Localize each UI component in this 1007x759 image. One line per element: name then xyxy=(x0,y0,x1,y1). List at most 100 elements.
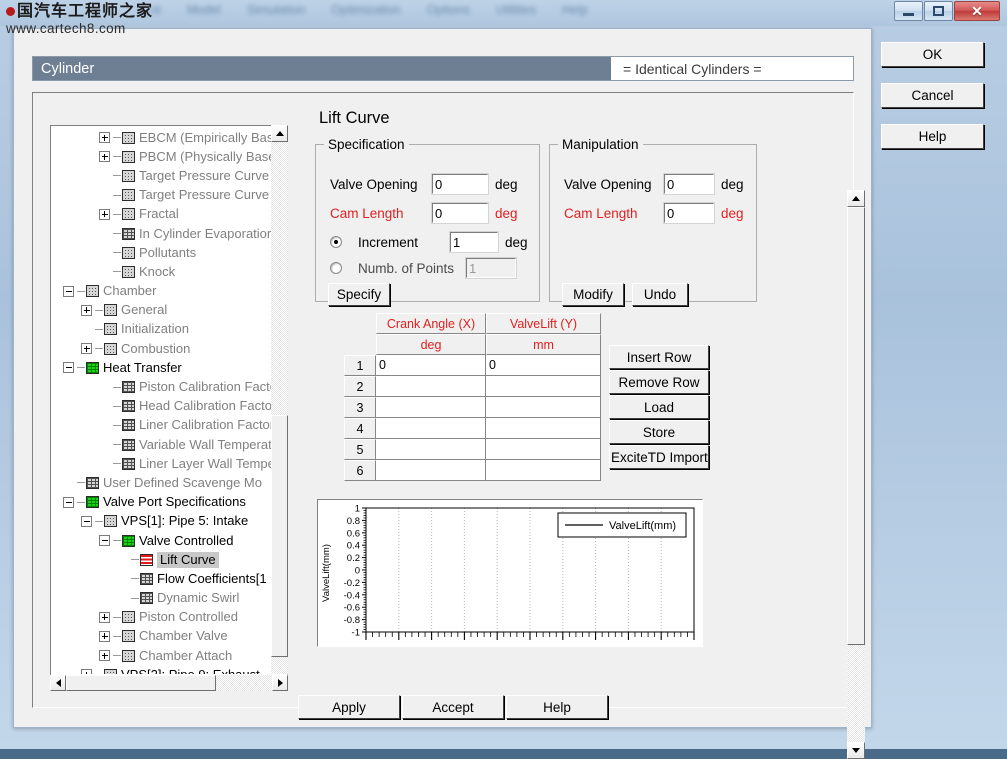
close-button[interactable]: ✕ xyxy=(954,1,1000,21)
specify-button[interactable]: Specify xyxy=(328,283,390,306)
tree-hscroll-left-button[interactable] xyxy=(50,675,66,691)
tree-item-vps-2-pipe-9-exhaust[interactable]: VPS[2]: Pipe 9: Exhaust xyxy=(51,665,271,674)
expand-icon[interactable] xyxy=(81,304,92,316)
collapse-icon[interactable] xyxy=(63,285,74,297)
expand-icon[interactable] xyxy=(81,343,92,355)
tree-item-target-pressure-curve[interactable]: Target Pressure Curve xyxy=(51,166,271,185)
tree-item-dynamic-swirl[interactable]: Dynamic Swirl xyxy=(51,589,271,608)
expand-icon[interactable] xyxy=(99,151,110,163)
ok-button[interactable]: OK xyxy=(881,42,984,67)
num-points-input[interactable] xyxy=(465,257,517,279)
cell-valvelift[interactable]: 0 xyxy=(486,355,601,376)
tree-item-flow-coefficients-1[interactable]: Flow Coefficients[1 xyxy=(51,569,271,588)
tree-item-in-cylinder-evaporation-t[interactable]: In Cylinder Evaporation T xyxy=(51,224,271,243)
menu-item[interactable]: Utilities xyxy=(496,3,536,17)
tree-item-pollutants[interactable]: Pollutants xyxy=(51,243,271,262)
expand-icon[interactable] xyxy=(99,132,110,144)
excitetd-import-button[interactable]: ExciteTD Import xyxy=(609,445,709,469)
tree-item-chamber-attach[interactable]: Chamber Attach xyxy=(51,646,271,665)
help-bottom-button[interactable]: Help xyxy=(506,695,608,719)
undo-button[interactable]: Undo xyxy=(632,283,688,306)
menu-item[interactable]: Options xyxy=(427,3,470,17)
cancel-button[interactable]: Cancel xyxy=(881,83,984,108)
expand-icon[interactable] xyxy=(99,650,110,662)
remove-row-button[interactable]: Remove Row xyxy=(609,370,709,394)
manip-cam-length-input[interactable] xyxy=(663,202,715,224)
collapse-icon[interactable] xyxy=(63,496,74,508)
expand-icon[interactable] xyxy=(99,611,110,623)
cell-crank-angle[interactable] xyxy=(376,439,486,460)
cell-valvelift[interactable] xyxy=(486,460,601,481)
cell-crank-angle[interactable] xyxy=(376,460,486,481)
content-scroll-down-button[interactable] xyxy=(847,742,865,759)
menu-item[interactable]: Simulation xyxy=(247,3,305,17)
menu-item[interactable]: Model xyxy=(187,3,221,17)
tree-item-lift-curve[interactable]: Lift Curve xyxy=(51,550,271,569)
tree-scroll-thumb[interactable] xyxy=(271,415,288,657)
tree-item-user-defined-scavenge-mo[interactable]: User Defined Scavenge Mo xyxy=(51,473,271,492)
minimize-button[interactable] xyxy=(894,1,923,21)
accept-button[interactable]: Accept xyxy=(402,695,504,719)
tree-item-valve-port-specifications[interactable]: Valve Port Specifications xyxy=(51,493,271,512)
help-button[interactable]: Help xyxy=(881,124,984,149)
menu-item[interactable]: Optimization xyxy=(331,3,400,17)
collapse-icon[interactable] xyxy=(99,535,110,547)
menu-item[interactable]: Help xyxy=(562,3,588,17)
content-scroll-thumb[interactable] xyxy=(847,207,865,645)
table-row[interactable]: 3 xyxy=(344,397,620,418)
tree-item-target-pressure-curve-2[interactable]: Target Pressure Curve 2 xyxy=(51,186,271,205)
table-row[interactable]: 100 xyxy=(344,355,620,376)
tree-item-chamber-valve[interactable]: Chamber Valve xyxy=(51,627,271,646)
expand-icon[interactable] xyxy=(99,630,110,642)
tree-item-chamber[interactable]: Chamber xyxy=(51,282,271,301)
tree-item-heat-transfer[interactable]: Heat Transfer xyxy=(51,358,271,377)
cell-crank-angle[interactable] xyxy=(376,376,486,397)
tree-item-variable-wall-temperatu[interactable]: Variable Wall Temperatu xyxy=(51,435,271,454)
num-points-radio[interactable] xyxy=(330,262,342,274)
expand-icon[interactable] xyxy=(99,208,110,220)
tree-hscroll-thumb[interactable] xyxy=(66,675,216,691)
tree-item-piston-controlled[interactable]: Piston Controlled xyxy=(51,608,271,627)
apply-button[interactable]: Apply xyxy=(298,695,400,719)
store-button[interactable]: Store xyxy=(609,420,709,444)
tree-hscroll-track[interactable] xyxy=(216,675,272,691)
tree-item-initialization[interactable]: Initialization xyxy=(51,320,271,339)
cell-valvelift[interactable] xyxy=(486,376,601,397)
cell-crank-angle[interactable]: 0 xyxy=(376,355,486,376)
table-row[interactable]: 6 xyxy=(344,460,620,481)
tree-hscroll-right-button[interactable] xyxy=(272,675,288,691)
manip-valve-opening-input[interactable] xyxy=(663,173,715,195)
spec-valve-opening-input[interactable] xyxy=(431,173,489,195)
cell-valvelift[interactable] xyxy=(486,418,601,439)
model-tree-panel[interactable]: EBCM (Empirically Based PBCM (Physically … xyxy=(50,125,288,691)
tree-item-ebcm-empirically-based[interactable]: EBCM (Empirically Based xyxy=(51,128,271,147)
tree-horizontal-scrollbar[interactable] xyxy=(50,675,288,691)
cell-crank-angle[interactable] xyxy=(376,418,486,439)
spec-cam-length-input[interactable] xyxy=(431,202,489,224)
tree-vertical-scrollbar[interactable] xyxy=(271,125,288,691)
content-vertical-scrollbar[interactable] xyxy=(847,190,865,759)
cell-valvelift[interactable] xyxy=(486,439,601,460)
expand-icon[interactable] xyxy=(81,669,92,674)
increment-input[interactable] xyxy=(449,231,499,253)
tree-item-head-calibration-factor[interactable]: Head Calibration Factor xyxy=(51,397,271,416)
tree-item-liner-calibration-factor[interactable]: Liner Calibration Factor xyxy=(51,416,271,435)
tree-item-liner-layer-wall-temper[interactable]: Liner Layer Wall Temper xyxy=(51,454,271,473)
cell-valvelift[interactable] xyxy=(486,397,601,418)
tree-item-fractal[interactable]: Fractal xyxy=(51,205,271,224)
content-scroll-up-button[interactable] xyxy=(847,190,865,207)
insert-row-button[interactable]: Insert Row xyxy=(609,345,709,369)
table-row[interactable]: 2 xyxy=(344,376,620,397)
increment-radio[interactable] xyxy=(330,236,342,248)
cell-crank-angle[interactable] xyxy=(376,397,486,418)
table-row[interactable]: 4 xyxy=(344,418,620,439)
tree-item-knock[interactable]: Knock xyxy=(51,262,271,281)
load-button[interactable]: Load xyxy=(609,395,709,419)
tree-item-pbcm-physically-based[interactable]: PBCM (Physically Based xyxy=(51,147,271,166)
tree-item-combustion[interactable]: Combustion xyxy=(51,339,271,358)
tree-scroll-up-button[interactable] xyxy=(271,125,288,142)
tree-item-piston-calibration-factor[interactable]: Piston Calibration Factor xyxy=(51,377,271,396)
collapse-icon[interactable] xyxy=(63,362,74,374)
tree-item-general[interactable]: General xyxy=(51,301,271,320)
tree-item-valve-controlled[interactable]: Valve Controlled xyxy=(51,531,271,550)
